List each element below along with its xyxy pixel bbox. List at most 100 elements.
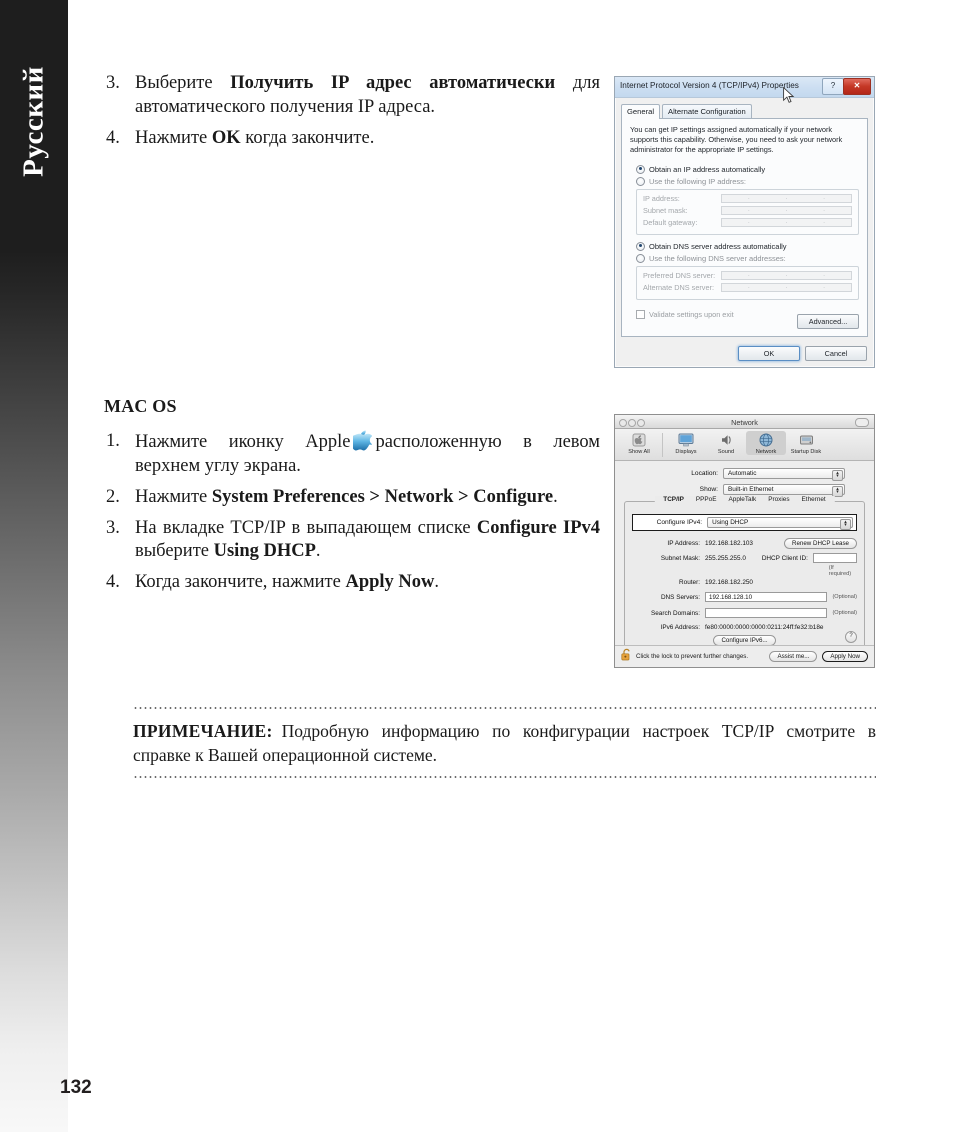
dialog-footer: OK Cancel: [738, 346, 867, 361]
toolbar-label: Startup Disk: [790, 449, 822, 455]
search-domains-input[interactable]: [705, 608, 828, 618]
step-text-bold: Apply Now: [345, 572, 435, 593]
step-text-bold: System Preferences > Network > Configure: [211, 486, 554, 507]
mac-toolbar: Show All Displays Sound Network Startup: [615, 429, 874, 461]
dhcp-client-id-input[interactable]: [812, 553, 857, 563]
mac-network-preferences-window: Network Show All Displays Sound Network …: [614, 414, 875, 668]
mac-bottom-bar: Click the lock to prevent further change…: [615, 645, 874, 667]
lock-icon[interactable]: [621, 648, 632, 666]
tab-general[interactable]: General: [621, 104, 661, 119]
dot-sep: .: [747, 207, 750, 214]
radio-use-following-dns[interactable]: Use the following DNS server addresses:: [630, 253, 859, 263]
ip-address-value: 192.168.182.103: [705, 540, 753, 547]
alternate-dns-input[interactable]: ...: [721, 282, 852, 292]
help-button[interactable]: ?: [845, 631, 857, 643]
cancel-button[interactable]: Cancel: [805, 346, 867, 361]
toolbar-divider: [662, 433, 663, 457]
close-icon[interactable]: ✕: [843, 78, 871, 95]
ok-button[interactable]: OK: [738, 346, 800, 361]
dot-sep: .: [823, 272, 825, 279]
window-title: Internet Protocol Version 4 (TCP/IPv4) P…: [620, 81, 799, 90]
show-select[interactable]: Built-in Ethernet ▴ ▾: [723, 484, 845, 497]
toolbar-item-show-all[interactable]: Show All: [619, 431, 659, 455]
startup-disk-icon: [786, 432, 826, 448]
ip-address-row: IP Address: 192.168.182.103 Renew DHCP L…: [632, 538, 857, 549]
if-required-caption: (If required): [828, 565, 852, 577]
tab-proxies[interactable]: Proxies: [762, 496, 795, 503]
router-value: 192.168.182.250: [705, 579, 753, 586]
radio-icon: [636, 253, 645, 263]
step-number: 3.: [106, 73, 120, 93]
tab-pppoe[interactable]: PPPoE: [690, 496, 723, 503]
intro-text: You can get IP settings assigned automat…: [630, 125, 843, 155]
chevron-down: ▾: [836, 489, 839, 495]
ipv6-address-label: IPv6 Address:: [660, 624, 700, 631]
radio-icon: [636, 241, 645, 251]
general-tab-panel: You can get IP settings assigned automat…: [621, 119, 868, 337]
dot-sep: .: [785, 195, 788, 202]
step-text: выберите: [135, 541, 214, 562]
language-label: Русский: [17, 66, 50, 177]
chevron-updown-icon: ▴ ▾: [832, 469, 843, 481]
dns-optional-caption: (Optional): [832, 594, 857, 600]
tcpip-tab-panel: TCP/IP PPPoE AppleTalk Proxies Ethernet …: [624, 496, 865, 649]
tab-tcpip[interactable]: TCP/IP: [657, 496, 690, 503]
step-text-before: Выберите: [135, 73, 231, 93]
subnet-mask-input[interactable]: ...: [721, 205, 852, 215]
windows-tcpip-properties-dialog: Internet Protocol Version 4 (TCP/IPv4) P…: [614, 76, 875, 368]
radio-obtain-ip-automatically[interactable]: Obtain an IP address automatically: [630, 164, 859, 174]
toolbar-item-sound[interactable]: Sound: [706, 431, 746, 455]
tab-alternate-configuration[interactable]: Alternate Configuration: [662, 104, 752, 118]
sound-icon: [706, 432, 746, 448]
step-number: 4.: [106, 127, 120, 148]
ip-address-label: IP address:: [643, 193, 680, 203]
radio-label: Obtain DNS server address automatically: [649, 241, 787, 251]
ip-address-input[interactable]: ...: [721, 193, 852, 203]
tab-appletalk[interactable]: AppleTalk: [723, 496, 763, 503]
toolbar-item-displays[interactable]: Displays: [666, 431, 706, 455]
ipv6-address-row: IPv6 Address: fe80:0000:0000:0000:0211:2…: [632, 624, 857, 631]
renew-dhcp-lease-button[interactable]: Renew DHCP Lease: [784, 538, 857, 549]
advanced-button[interactable]: Advanced...: [797, 314, 859, 329]
chevron-down: ▾: [844, 522, 847, 528]
window-titlebar: Internet Protocol Version 4 (TCP/IPv4) P…: [615, 77, 874, 103]
toolbar-item-network[interactable]: Network: [746, 431, 786, 455]
router-row: Router: 192.168.182.250: [632, 579, 857, 586]
apple-icon: [350, 430, 374, 451]
step-number: 2.: [106, 486, 120, 507]
mac-window-title: Network: [731, 417, 758, 427]
location-row: Location: Automatic ▴ ▾: [624, 468, 865, 481]
mac-os-heading: MAC OS: [104, 396, 177, 416]
toolbar-item-startup-disk[interactable]: Startup Disk: [786, 431, 826, 455]
lock-text: Click the lock to prevent further change…: [636, 653, 749, 660]
step-text-bold: Получить IP адрес автоматически: [230, 73, 556, 93]
subnet-mask-label: Subnet mask:: [643, 205, 688, 215]
radio-obtain-dns-automatically[interactable]: Obtain DNS server address automatically: [630, 241, 859, 251]
radio-use-following-ip[interactable]: Use the following IP address:: [630, 176, 859, 186]
mac-window-titlebar: Network: [615, 415, 874, 429]
location-value: Automatic: [728, 470, 757, 477]
assist-me-button[interactable]: Assist me...: [769, 651, 818, 662]
mac-network-body: Location: Automatic ▴ ▾ Show: Built-in Et…: [615, 461, 874, 667]
configure-ipv4-select[interactable]: Using DHCP ▴ ▾: [707, 517, 853, 530]
dot-sep: .: [747, 284, 750, 291]
step-text: Нажмите иконку Apple: [135, 432, 351, 452]
dot-sep: .: [823, 219, 825, 226]
checkbox-label: Validate settings upon exit: [649, 309, 734, 319]
toolbar-toggle-button[interactable]: [855, 418, 869, 427]
step-text: На вкладке TCP/IP в выпадающем списке: [135, 517, 477, 538]
step-number: 4.: [106, 572, 120, 593]
location-select[interactable]: Automatic ▴ ▾: [723, 468, 845, 481]
preferred-dns-input[interactable]: ...: [721, 270, 852, 280]
configure-ipv4-label: Configure IPv4:: [656, 519, 703, 526]
toolbar-label: Sound: [717, 449, 735, 455]
displays-icon: [666, 432, 706, 448]
dns-servers-input[interactable]: 192.168.128.10: [705, 592, 828, 602]
help-button[interactable]: ?: [822, 78, 844, 95]
default-gateway-input[interactable]: ...: [721, 217, 852, 227]
dot-sep: .: [747, 195, 750, 202]
apply-now-button[interactable]: Apply Now: [822, 651, 868, 662]
radio-label: Use the following DNS server addresses:: [649, 253, 786, 263]
tab-ethernet[interactable]: Ethernet: [796, 496, 832, 503]
configure-ipv4-value: Using DHCP: [712, 519, 749, 526]
